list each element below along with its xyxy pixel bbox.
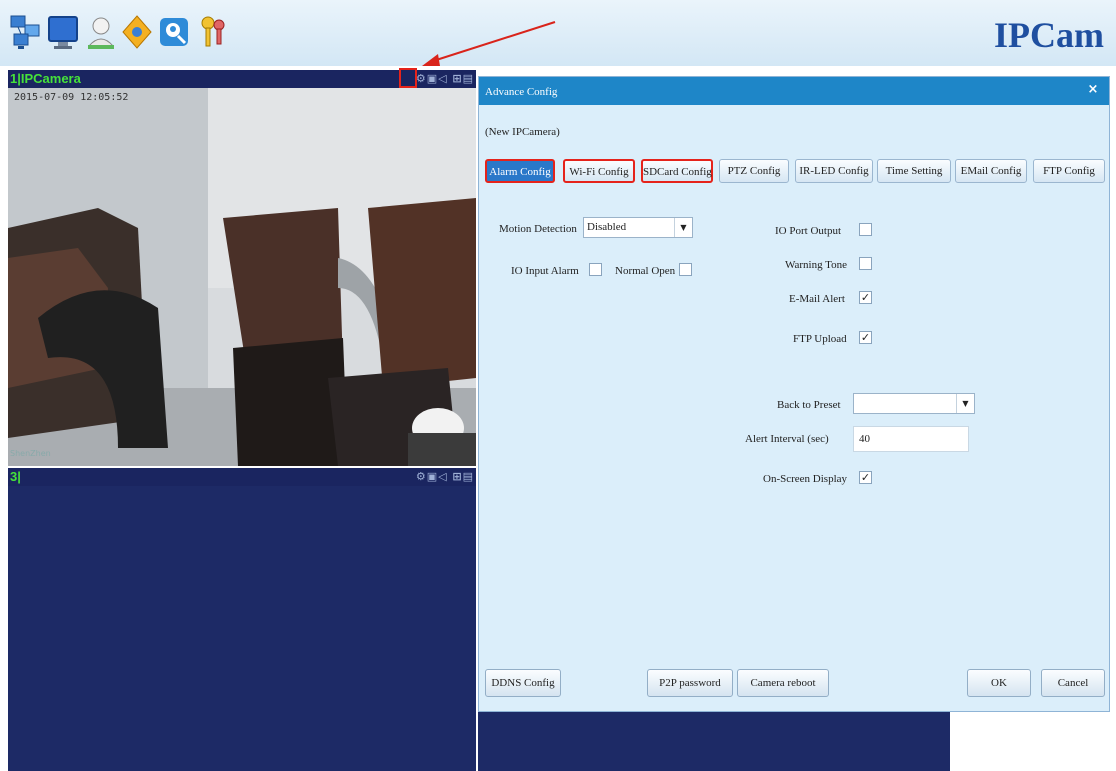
panel-title: 1|IPCamera [10, 71, 81, 86]
video-watermark: ShenZhen [10, 449, 51, 458]
panel-tool-icons[interactable]: ⚙▣◁ ⊞▤ [416, 72, 474, 85]
settings-highlight-box [399, 68, 417, 88]
video-feed[interactable]: 2015-07-09 12:05:52 ShenZhen [8, 88, 476, 466]
close-icon[interactable]: × [1085, 82, 1101, 98]
keys-icon[interactable] [196, 12, 230, 52]
panel-header: 1|IPCamera ⚙▣◁ ⊞▤ [8, 68, 476, 88]
camera-name: (New IPCamera) [485, 126, 560, 138]
normal-open-checkbox[interactable] [679, 263, 692, 276]
monitor-icon[interactable] [46, 12, 80, 52]
ftp-upload-label: FTP Upload [793, 333, 847, 345]
io-input-alarm-label: IO Input Alarm [511, 265, 579, 277]
panel-background [478, 712, 950, 771]
dropdown-arrow-icon: ▼ [674, 218, 692, 237]
dialog-title: Advance Config [485, 86, 558, 98]
email-alert-label: E-Mail Alert [789, 293, 845, 305]
annotation-arrow-icon [422, 21, 556, 66]
panel-header: 3| ⚙▣◁ ⊞▤ [8, 468, 476, 486]
osd-label: On-Screen Display [763, 473, 848, 485]
motion-detection-value: Disabled [587, 221, 627, 233]
camera-panel-2[interactable]: 3| ⚙▣◁ ⊞▤ [8, 468, 476, 771]
tab-ftp-config[interactable]: FTP Config [1033, 159, 1105, 183]
tab-email-config[interactable]: EMail Config [955, 159, 1027, 183]
settings-diamond-icon[interactable] [120, 12, 154, 52]
dropdown-arrow-icon: ▼ [956, 394, 974, 413]
alert-interval-label: Alert Interval (sec) [745, 433, 829, 445]
search-user-icon[interactable] [158, 12, 192, 52]
io-port-output-checkbox[interactable] [859, 223, 872, 236]
cancel-button[interactable]: Cancel [1041, 669, 1105, 697]
osd-checkbox[interactable]: ✓ [859, 471, 872, 484]
email-alert-checkbox[interactable]: ✓ [859, 291, 872, 304]
back-to-preset-select[interactable]: ▼ [853, 393, 975, 414]
ddns-config-button[interactable]: DDNS Config [485, 669, 561, 697]
tab-sdcard-config[interactable]: SDCard Config [641, 159, 713, 183]
advance-config-dialog: Advance Config × (New IPCamera) Alarm Co… [478, 76, 1110, 712]
warning-tone-checkbox[interactable] [859, 257, 872, 270]
alert-interval-input[interactable] [853, 426, 969, 452]
user-icon[interactable] [84, 12, 118, 52]
ftp-upload-checkbox[interactable]: ✓ [859, 331, 872, 344]
camera-image [8, 88, 476, 466]
top-toolbar: IPCam [0, 0, 1116, 66]
warning-tone-label: Warning Tone [785, 259, 847, 271]
panel-tool-icons[interactable]: ⚙▣◁ ⊞▤ [416, 470, 474, 483]
tab-irled-config[interactable]: IR-LED Config [795, 159, 873, 183]
io-port-output-label: IO Port Output [775, 225, 841, 237]
back-to-preset-label: Back to Preset [777, 399, 841, 411]
tab-wifi-config[interactable]: Wi-Fi Config [563, 159, 635, 183]
normal-open-label: Normal Open [615, 265, 676, 277]
video-timestamp: 2015-07-09 12:05:52 [14, 92, 129, 103]
tab-alarm-config[interactable]: Alarm Config [485, 159, 555, 183]
network-icon[interactable] [8, 12, 42, 52]
p2p-password-button[interactable]: P2P password [647, 669, 733, 697]
motion-detection-label: Motion Detection [499, 223, 577, 235]
camera-panel-1[interactable]: 1|IPCamera ⚙▣◁ ⊞▤ 2015-07-09 12:05:52 Sh… [8, 68, 476, 466]
io-input-alarm-checkbox[interactable] [589, 263, 602, 276]
panel-title: 3| [10, 469, 21, 484]
config-tabs: Alarm Config Wi-Fi Config SDCard Config … [485, 159, 1105, 183]
tab-time-setting[interactable]: Time Setting [877, 159, 951, 183]
dialog-title-bar: Advance Config × [479, 77, 1109, 105]
ok-button[interactable]: OK [967, 669, 1031, 697]
motion-detection-select[interactable]: Disabled ▼ [583, 217, 693, 238]
brand-logo: IPCam [994, 15, 1104, 55]
tab-ptz-config[interactable]: PTZ Config [719, 159, 789, 183]
camera-reboot-button[interactable]: Camera reboot [737, 669, 829, 697]
